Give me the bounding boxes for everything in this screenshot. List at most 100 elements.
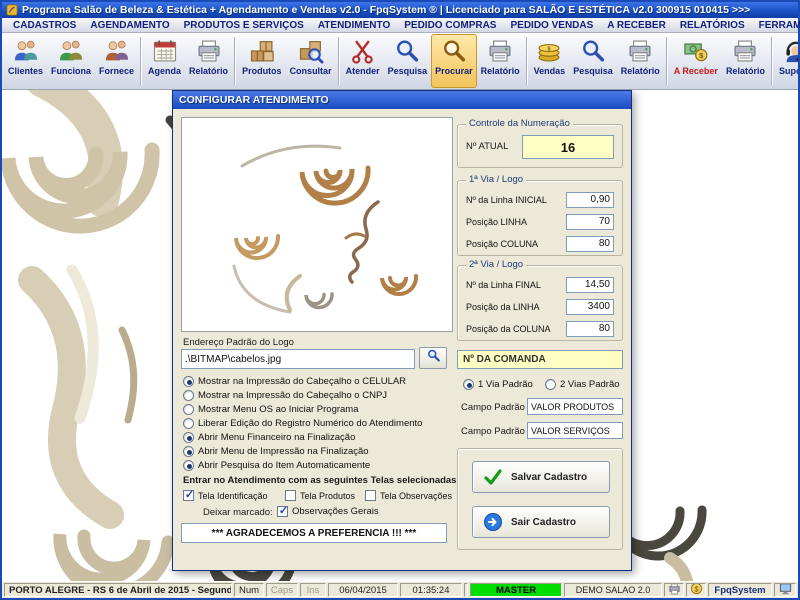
posicao-da-linha-field[interactable] [566, 299, 614, 315]
salvar-cadastro-button[interactable]: Salvar Cadastro [472, 461, 610, 493]
option-menu-impressao[interactable]: Abrir Menu de Impressão na Finalização [183, 445, 369, 458]
logo-preview-frame [181, 117, 453, 332]
find-icon [440, 37, 468, 65]
products-icon [248, 37, 276, 65]
toolbar-button-funcionarios[interactable]: Funciona [47, 34, 95, 88]
report-icon [626, 37, 654, 65]
radio-icon [183, 460, 194, 471]
menu-atendimento[interactable]: ATENDIMENTO [311, 20, 397, 31]
toolbar-button-a-receber[interactable]: $ A Receber [670, 34, 722, 88]
toolbar-separator [234, 37, 236, 85]
toolbar-separator [338, 37, 340, 85]
status-spacer [464, 583, 468, 597]
numero-atual-field[interactable] [522, 135, 614, 159]
logo-path-input[interactable] [181, 349, 415, 369]
campo-padrao-servicos-field[interactable] [527, 422, 623, 439]
actions-group: Salvar Cadastro Sair Cadastro [457, 448, 623, 550]
screen-identificacao[interactable]: Tela Identificação [183, 489, 268, 502]
browse-logo-button[interactable] [419, 347, 447, 369]
workarea: CONFIGURAR ATENDIMENTO [2, 90, 798, 581]
keep-observacoes-gerais[interactable]: Observações Gerais [277, 505, 379, 518]
option-liberar-edicao[interactable]: Liberar Edição do Registro Numérico do A… [183, 417, 422, 430]
toolbar-button-consultar[interactable]: Consultar [286, 34, 336, 88]
option-cnpj[interactable]: Mostrar na Impressão do Cabeçalho o CNPJ [183, 389, 387, 402]
search-icon [426, 348, 441, 368]
toolbar-button-atender[interactable]: Atender [342, 34, 384, 88]
toolbar-separator [771, 37, 773, 85]
toolbar-label: Pesquisa [573, 66, 613, 76]
group-title: Controle da Numeração [466, 118, 573, 129]
menu-produtos-servicos[interactable]: PRODUTOS E SERVIÇOS [177, 20, 311, 31]
via-padrao-1[interactable]: 1 Via Padrão [463, 378, 533, 391]
option-menu-financeiro[interactable]: Abrir Menu Financeiro na Finalização [183, 431, 355, 444]
toolbar-button-clientes[interactable]: Clientes [4, 34, 47, 88]
scissors-icon [349, 37, 377, 65]
toolbar-button-pesquisa-vendas[interactable]: Pesquisa [569, 34, 617, 88]
screen-observacoes[interactable]: Tela Observações [365, 489, 452, 502]
keep-checked-label: Deixar marcado: [203, 507, 273, 518]
status-coin-panel[interactable]: $ [686, 583, 706, 597]
titlebar: Programa Salão de Beleza & Estética + Ag… [2, 2, 798, 18]
toolbar-button-pesquisa-atendimento[interactable]: Pesquisa [384, 34, 432, 88]
campo-padrao-produtos-field[interactable] [527, 398, 623, 415]
menu-a-receber[interactable]: A RECEBER [600, 20, 673, 31]
status-license: DEMO SALAO 2.0 [564, 583, 662, 597]
field-row: Posição LINHA [466, 213, 614, 230]
posicao-da-coluna-field[interactable] [566, 321, 614, 337]
toolbar-separator [666, 37, 668, 85]
toolbar-label: Procurar [435, 66, 473, 76]
search-icon [393, 37, 421, 65]
toolbar-button-relatorio-atendimento[interactable]: Relatório [477, 34, 524, 88]
report-icon [731, 37, 759, 65]
option-celular[interactable]: Mostrar na Impressão do Cabeçalho o CELU… [183, 375, 406, 388]
toolbar-button-fornecedores[interactable]: Fornece [95, 34, 138, 88]
report-icon [486, 37, 514, 65]
sair-cadastro-button[interactable]: Sair Cadastro [472, 506, 610, 538]
menu-agendamento[interactable]: AGENDAMENTO [83, 20, 176, 31]
radio-icon [183, 432, 194, 443]
menu-pedido-compras[interactable]: PEDIDO COMPRAS [397, 20, 503, 31]
via1-group: 1ª Via / Logo Nº da Linha INICIAL Posiçã… [457, 180, 623, 256]
field-row: Posição COLUNA [466, 235, 614, 252]
linha-inicial-field[interactable] [566, 192, 614, 208]
toolbar-button-relatorio-receber[interactable]: Relatório [722, 34, 769, 88]
screen-produtos[interactable]: Tela Produtos [285, 489, 355, 502]
printer-icon [668, 583, 681, 597]
menu-cadastros[interactable]: CADASTROS [6, 20, 83, 31]
toolbar-button-produtos[interactable]: Produtos [238, 34, 286, 88]
thanks-message-field[interactable] [181, 523, 447, 543]
sair-label: Sair Cadastro [511, 517, 576, 528]
option-menu-os[interactable]: Mostrar Menu OS ao Iniciar Programa [183, 403, 359, 416]
toolbar-button-vendas[interactable]: $ Vendas [530, 34, 570, 88]
toolbar-button-suporte[interactable]: Suporte [775, 34, 798, 88]
status-location: PORTO ALEGRE - RS 6 de Abril de 2015 - S… [4, 583, 232, 597]
suppliers-icon [103, 37, 131, 65]
option-pesquisa-automatica[interactable]: Abrir Pesquisa do Item Automaticamente [183, 459, 370, 472]
status-printer-panel[interactable] [664, 583, 684, 597]
posicao-linha-field[interactable] [566, 214, 614, 230]
radio-icon [183, 404, 194, 415]
toolbar-button-relatorio-agenda[interactable]: Relatório [185, 34, 232, 88]
via-padrao-2[interactable]: 2 Vias Padrão [545, 378, 620, 391]
product-search-icon [297, 37, 325, 65]
menu-ferramentas[interactable]: FERRAMENTAS [752, 20, 800, 31]
status-computer-panel[interactable] [774, 583, 796, 597]
linha-final-field[interactable] [566, 277, 614, 293]
checkbox-label: Tela Produtos [300, 491, 355, 501]
field-row: Posição da LINHA [466, 298, 614, 315]
menu-pedido-vendas[interactable]: PEDIDO VENDAS [503, 20, 600, 31]
toolbar-button-agenda[interactable]: Agenda [144, 34, 185, 88]
campo-padrao-label: Campo Padrão [461, 426, 525, 437]
field-label: Posição COLUNA [466, 239, 538, 249]
posicao-coluna-field[interactable] [566, 236, 614, 252]
toolbar-separator [526, 37, 528, 85]
campo-padrao-label: Campo Padrão [461, 402, 525, 413]
svg-text:$: $ [694, 584, 698, 593]
option-label: Mostrar na Impressão do Cabeçalho o CNPJ [198, 390, 387, 401]
toolbar-label: Agenda [148, 66, 181, 76]
status-brand: FpqSystem [708, 583, 772, 597]
toolbar-button-procurar[interactable]: Procurar [431, 34, 477, 88]
dialog-titlebar[interactable]: CONFIGURAR ATENDIMENTO [173, 91, 631, 109]
menu-relatorios[interactable]: RELATÓRIOS [673, 20, 752, 31]
toolbar-button-relatorio-vendas[interactable]: Relatório [617, 34, 664, 88]
